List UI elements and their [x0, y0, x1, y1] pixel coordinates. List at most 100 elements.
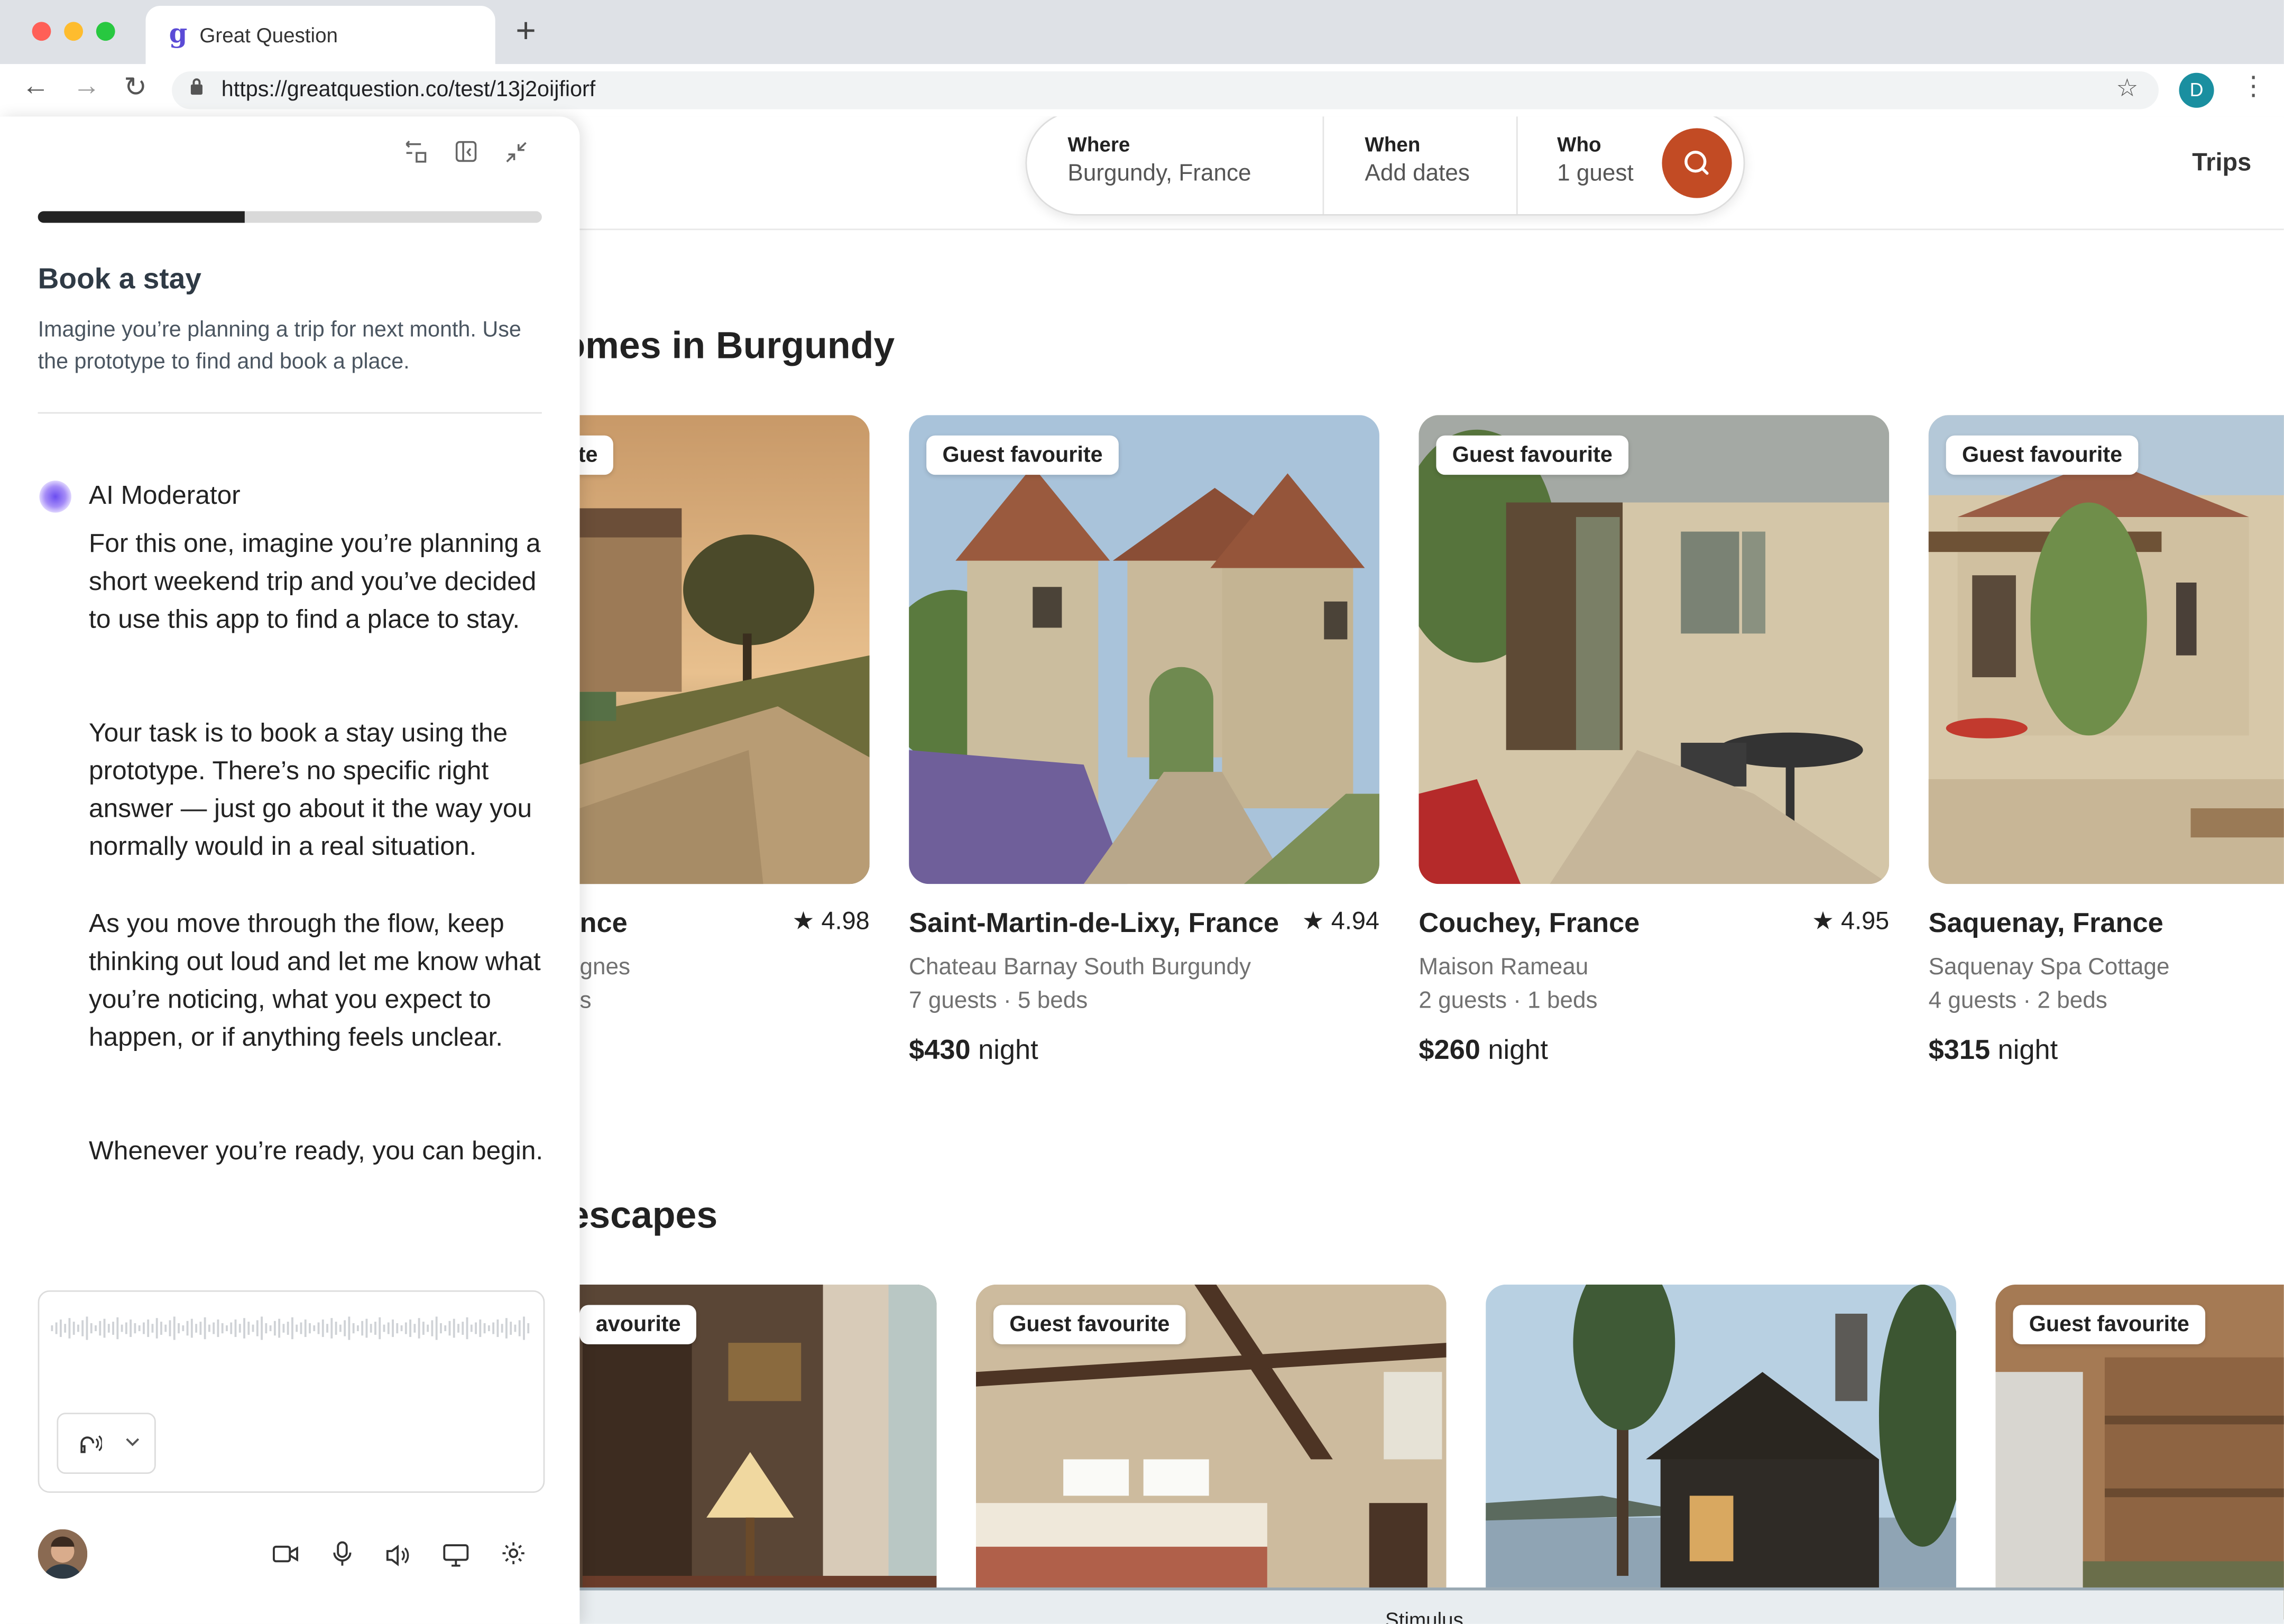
- camera-icon[interactable]: [272, 1544, 299, 1571]
- waveform-bar: [116, 1317, 119, 1340]
- back-icon[interactable]: ←: [22, 71, 49, 104]
- listing-rating-value: 4.95: [1841, 907, 1890, 935]
- waveform-bar: [68, 1318, 71, 1339]
- waveform-bar: [379, 1317, 381, 1340]
- waveform-bar: [208, 1324, 210, 1332]
- search-button[interactable]: [1662, 128, 1732, 198]
- collapse-sidebar-icon[interactable]: [455, 140, 480, 172]
- microphone-icon[interactable]: [332, 1541, 353, 1574]
- stimulus-bar[interactable]: Stimulus: [579, 1587, 2284, 1624]
- minimize-window-button[interactable]: [64, 22, 84, 41]
- waveform-bar: [173, 1316, 176, 1340]
- waveform-bar: [470, 1324, 473, 1332]
- waveform-bar: [269, 1325, 272, 1332]
- waveform-bar: [282, 1324, 285, 1333]
- listing-price: $260 night: [1419, 1036, 1548, 1068]
- moderator-message-paragraph: As you move through the flow, keep think…: [89, 909, 541, 1052]
- listing-badge: avourite: [579, 1305, 697, 1344]
- search-bar[interactable]: Where Burgundy, France When Add dates Wh…: [1025, 116, 1745, 216]
- reload-icon[interactable]: ↻: [124, 71, 147, 105]
- browser-menu-icon[interactable]: ⋮: [2240, 71, 2267, 102]
- waveform-bar: [130, 1320, 132, 1337]
- waveform-bar: [256, 1320, 259, 1336]
- waveform-bar: [444, 1325, 447, 1332]
- waveform-bar: [195, 1324, 198, 1333]
- close-window-button[interactable]: [32, 22, 51, 41]
- trips-link[interactable]: Trips: [2192, 149, 2251, 178]
- ai-moderator-avatar: [39, 481, 71, 513]
- forward-icon[interactable]: →: [73, 71, 100, 104]
- waveform-bar: [339, 1324, 342, 1332]
- waveform-bar: [309, 1323, 311, 1334]
- waveform-bar: [134, 1323, 136, 1334]
- waveform-bar: [392, 1320, 394, 1337]
- listing-rating-value: 4.98: [821, 907, 870, 935]
- divider: [38, 412, 542, 414]
- waveform-bar: [265, 1323, 268, 1334]
- waveform-bar: [330, 1318, 333, 1339]
- profile-avatar[interactable]: D: [2179, 72, 2214, 108]
- listing-price-unit: night: [1488, 1035, 1548, 1066]
- voice-composer[interactable]: [38, 1290, 545, 1493]
- moderator-message-paragraph: For this one, imagine you’re planning a …: [89, 529, 541, 634]
- section-title-escapes: escapes: [568, 1193, 718, 1237]
- waveform-bar: [204, 1317, 206, 1340]
- waveform-bar: [95, 1325, 97, 1332]
- voice-mode-dropdown[interactable]: [57, 1413, 156, 1474]
- speaker-icon[interactable]: [386, 1544, 412, 1574]
- when-label: When: [1365, 132, 1421, 156]
- swap-icon[interactable]: [403, 140, 428, 172]
- waveform-bar: [287, 1322, 289, 1335]
- waveform-bar: [466, 1317, 468, 1340]
- waveform-bar: [234, 1320, 237, 1337]
- waveform-bar: [383, 1324, 385, 1332]
- settings-icon[interactable]: [501, 1541, 526, 1573]
- waveform-bar: [261, 1316, 263, 1340]
- waveform-bar: [226, 1325, 228, 1332]
- lock-icon: [189, 77, 204, 100]
- maximize-window-button[interactable]: [96, 22, 115, 41]
- listing-rating-value: 4.94: [1331, 907, 1379, 935]
- waveform-bar: [492, 1322, 495, 1334]
- moderator-message-paragraph: Your task is to book a stay using the pr…: [89, 718, 532, 861]
- waveform-bar: [221, 1323, 224, 1334]
- waveform-bar: [81, 1320, 84, 1336]
- waveform-bar: [400, 1325, 403, 1332]
- listing-subtitle: Saquenay Spa Cottage: [1928, 955, 2170, 981]
- listing-photo: [1928, 415, 2284, 884]
- waveform-bar: [448, 1321, 451, 1336]
- audio-waveform: [51, 1316, 530, 1340]
- moderator-name: AI Moderator: [89, 481, 241, 510]
- search-where[interactable]: Where Burgundy, France: [1067, 133, 1251, 188]
- waveform-bar: [321, 1320, 324, 1337]
- search-when[interactable]: When Add dates: [1365, 133, 1470, 188]
- waveform-bar: [348, 1316, 351, 1340]
- waveform-bar: [483, 1323, 486, 1334]
- task-progress-bar: [38, 211, 542, 223]
- listing-price-amount: $430: [909, 1035, 971, 1066]
- browser-tab[interactable]: g Great Question: [145, 6, 495, 64]
- new-tab-icon[interactable]: +: [515, 12, 536, 52]
- section-title-burgundy: omes in Burgundy: [562, 323, 895, 367]
- waveform-bar: [413, 1324, 416, 1333]
- waveform-bar: [107, 1324, 110, 1333]
- waveform-bar: [147, 1320, 150, 1337]
- waveform-bar: [72, 1322, 75, 1335]
- divider: [1322, 116, 1324, 214]
- waveform-bar: [103, 1318, 106, 1338]
- waveform-bar: [121, 1324, 123, 1332]
- bookmark-star-icon[interactable]: ☆: [2116, 75, 2138, 104]
- search-who[interactable]: Who 1 guest: [1557, 133, 1634, 188]
- waveform-bar: [523, 1316, 525, 1340]
- address-bar[interactable]: https://greatquestion.co/test/13j2oijfio…: [172, 71, 2159, 109]
- waveform-bar: [213, 1322, 215, 1334]
- waveform-bar: [199, 1322, 202, 1335]
- waveform-bar: [431, 1320, 434, 1336]
- listing-photo: [1419, 415, 1890, 884]
- screen-share-icon[interactable]: [443, 1544, 469, 1574]
- star-icon: ★: [792, 907, 822, 935]
- waveform-bar: [313, 1325, 316, 1332]
- waveform-bar: [475, 1322, 477, 1334]
- minimize-icon[interactable]: [504, 140, 529, 172]
- listing-price-unit: night: [978, 1035, 1038, 1066]
